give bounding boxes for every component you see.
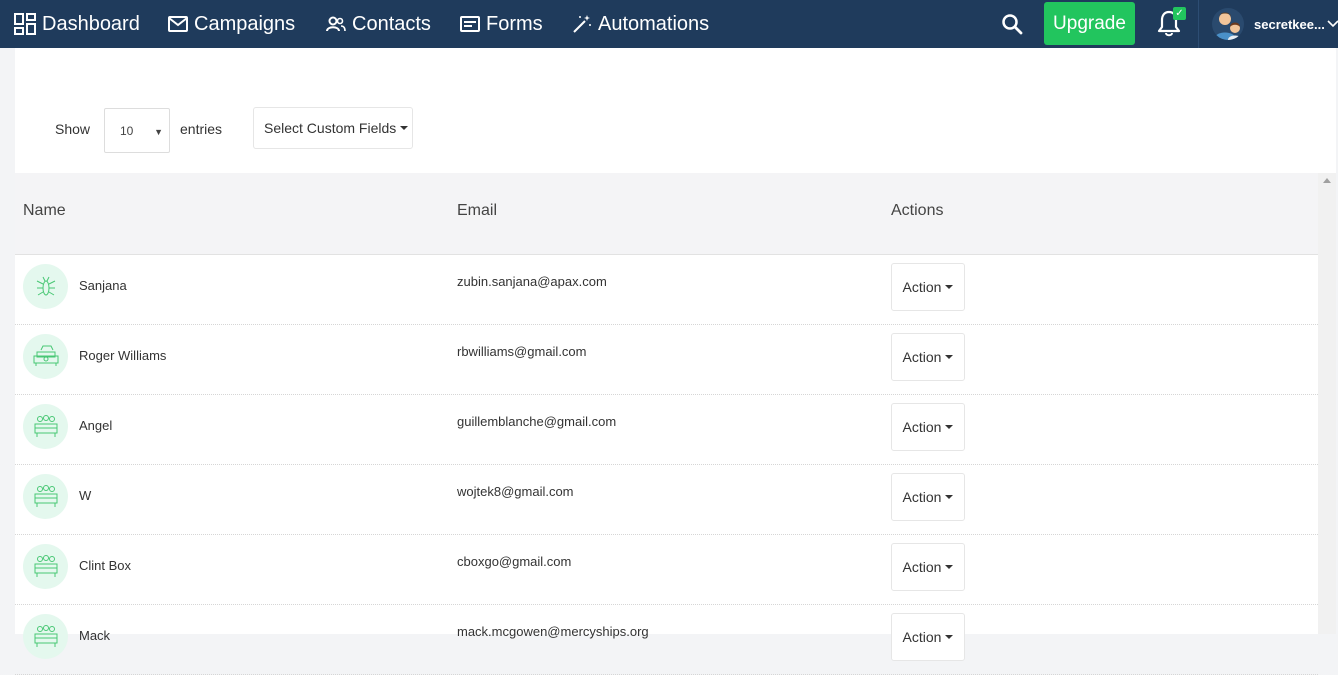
chair-icon — [23, 474, 68, 519]
contacts-panel: Show 10 ▼ entries Select Custom Fields N… — [15, 48, 1336, 675]
contact-email: wojtek8@gmail.com — [457, 484, 574, 499]
nav-automations[interactable]: Automations — [572, 0, 709, 48]
contact-email: zubin.sanjana@apax.com — [457, 274, 607, 289]
action-button[interactable]: Action — [891, 543, 965, 591]
contact-email: mack.mcgowen@mercyships.org — [457, 624, 649, 639]
nav-divider — [1198, 0, 1199, 48]
select-custom-fields-button[interactable]: Select Custom Fields — [253, 107, 413, 149]
caret-down-icon — [945, 355, 954, 359]
forms-icon — [460, 16, 480, 32]
contact-email: guillemblanche@gmail.com — [457, 414, 617, 429]
action-label: Action — [902, 559, 942, 575]
nav-dashboard[interactable]: Dashboard — [14, 0, 140, 48]
user-avatar-icon — [1212, 8, 1244, 40]
action-label: Action — [902, 629, 942, 645]
custom-fields-label: Select Custom Fields — [264, 120, 397, 136]
vertical-scrollbar[interactable] — [1318, 173, 1336, 634]
action-button[interactable]: Action — [891, 473, 965, 521]
entries-select[interactable]: 10 ▼ — [104, 108, 170, 153]
dashboard-icon — [14, 13, 36, 35]
nav-automations-label: Automations — [598, 12, 710, 35]
caret-down-icon — [945, 565, 954, 569]
caret-down-icon — [945, 495, 954, 499]
contact-name[interactable]: Clint Box — [79, 558, 131, 573]
column-header-email[interactable]: Email — [457, 202, 497, 220]
contact-email: cboxgo@gmail.com — [457, 554, 572, 569]
table-row: Clint Box cboxgo@gmail.com Action — [15, 535, 1318, 605]
notification-check-badge: ✓ — [1173, 7, 1186, 20]
insect-icon — [23, 264, 68, 309]
nav-forms-label: Forms — [486, 12, 543, 35]
contact-name[interactable]: Roger Williams — [79, 348, 166, 363]
chair-icon — [23, 614, 68, 659]
action-label: Action — [902, 489, 942, 505]
caret-down-icon — [400, 126, 409, 130]
nav-campaigns-label: Campaigns — [194, 12, 296, 35]
action-label: Action — [902, 279, 942, 295]
column-header-actions: Actions — [891, 202, 944, 219]
action-label: Action — [902, 349, 942, 365]
entries-value: 10 — [120, 123, 134, 138]
action-button[interactable]: Action — [891, 613, 965, 661]
select-caret-icon: ▼ — [154, 127, 163, 137]
chair-icon — [23, 404, 68, 449]
table-row: Mack mack.mcgowen@mercyships.org Action — [15, 605, 1318, 675]
column-header-name[interactable]: Name — [23, 202, 66, 220]
contact-name[interactable]: W — [79, 488, 91, 503]
chevron-down-icon — [1327, 20, 1338, 28]
scroll-up-arrow-icon[interactable] — [1323, 178, 1331, 183]
contacts-icon — [326, 16, 346, 32]
contact-name[interactable]: Sanjana — [79, 278, 127, 293]
entries-label: entries — [180, 121, 223, 137]
sofa-icon — [23, 334, 68, 379]
caret-down-icon — [945, 635, 954, 639]
table-row: Roger Williams rbwilliams@gmail.com Acti… — [15, 325, 1318, 395]
table-row: Sanjana zubin.sanjana@apax.com Action — [15, 255, 1318, 325]
magic-wand-icon — [573, 15, 591, 33]
caret-down-icon — [945, 425, 954, 429]
action-label: Action — [902, 419, 942, 435]
avatar — [1212, 8, 1244, 40]
action-button[interactable]: Action — [891, 263, 965, 311]
username: secretkee... — [1254, 16, 1325, 32]
action-button[interactable]: Action — [891, 333, 965, 381]
show-label: Show — [55, 121, 91, 137]
user-menu[interactable]: secretkee... — [1212, 6, 1338, 42]
contact-name[interactable]: Angel — [79, 418, 112, 433]
nav-forms[interactable]: Forms — [460, 0, 543, 48]
nav-dashboard-label: Dashboard — [42, 12, 140, 35]
upgrade-button[interactable]: Upgrade — [1044, 2, 1135, 45]
table-row: W wojtek8@gmail.com Action — [15, 465, 1318, 535]
nav-contacts-label: Contacts — [352, 12, 431, 35]
nav-contacts[interactable]: Contacts — [326, 0, 431, 48]
chair-icon — [23, 544, 68, 589]
contacts-table: Name Email Actions Sanjana zubin.sanjana… — [15, 173, 1318, 675]
action-button[interactable]: Action — [891, 403, 965, 451]
contact-name[interactable]: Mack — [79, 628, 110, 643]
table-row: Angel guillemblanche@gmail.com Action — [15, 395, 1318, 465]
mail-icon — [168, 16, 188, 32]
caret-down-icon — [945, 285, 954, 289]
table-header: Name Email Actions — [15, 173, 1318, 255]
nav-campaigns[interactable]: Campaigns — [168, 0, 295, 48]
contact-email: rbwilliams@gmail.com — [457, 344, 587, 359]
search-icon[interactable] — [1000, 12, 1024, 36]
top-navbar: Dashboard Campaigns Contacts Forms Autom… — [0, 0, 1338, 48]
